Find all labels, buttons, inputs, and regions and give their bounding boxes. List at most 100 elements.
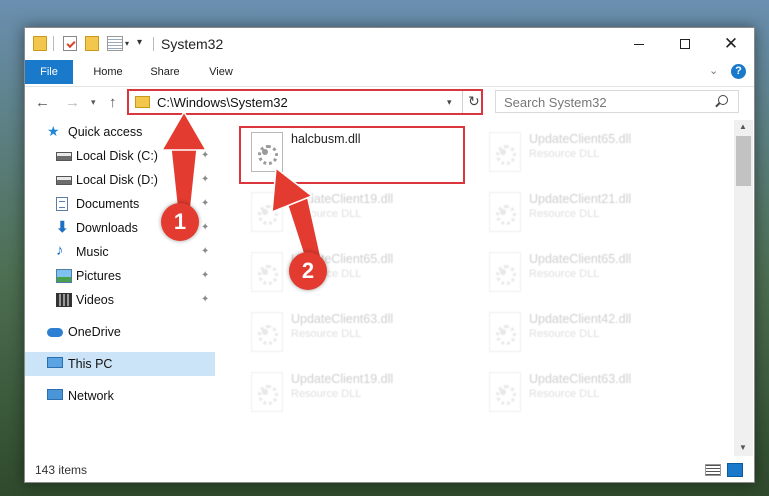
address-dropdown-icon[interactable]: ▾ bbox=[447, 97, 452, 108]
dll-file-icon bbox=[251, 192, 283, 232]
computer-icon bbox=[47, 357, 63, 368]
nav-item-label: Network bbox=[68, 389, 114, 403]
file-type: Resource DLL bbox=[529, 388, 600, 400]
nav-item-label: Music bbox=[76, 245, 109, 259]
step-1-badge: 1 bbox=[161, 203, 199, 241]
scroll-up-icon[interactable]: ▲ bbox=[739, 122, 747, 131]
nav-item-pictures[interactable]: Pictures ✦ bbox=[25, 264, 215, 288]
expand-ribbon-icon[interactable]: ⌄ bbox=[709, 64, 718, 77]
divider bbox=[153, 37, 154, 51]
pin-icon[interactable]: ✦ bbox=[201, 150, 209, 161]
download-icon: ⬇ bbox=[56, 219, 69, 236]
file-name: UpdateClient63.dll bbox=[529, 372, 632, 386]
file-name: UpdateClient42.dll bbox=[529, 312, 632, 326]
divider bbox=[53, 36, 54, 51]
pin-icon[interactable]: ✦ bbox=[201, 174, 209, 185]
help-icon[interactable]: ? bbox=[731, 64, 746, 79]
nav-item-music[interactable]: ♪ Music ✦ bbox=[25, 240, 215, 264]
address-row: ← → ▾ ↑ C:\Windows\System32 ▾ ↻ Search S… bbox=[25, 86, 754, 118]
file-name: UpdateClient65.dll bbox=[529, 252, 632, 266]
file-type: Resource DLL bbox=[529, 268, 600, 280]
nav-item-label: Documents bbox=[76, 197, 140, 211]
forward-button[interactable]: → bbox=[65, 94, 80, 111]
back-button[interactable]: ← bbox=[35, 94, 50, 111]
pin-icon[interactable]: ✦ bbox=[201, 294, 209, 305]
dll-file-icon bbox=[489, 372, 521, 412]
pin-icon[interactable]: ✦ bbox=[201, 198, 209, 209]
file-name: UpdateClient21.dll bbox=[529, 192, 632, 206]
minimize-icon bbox=[634, 43, 644, 45]
file-type: Resource DLL bbox=[529, 148, 600, 160]
nav-item-local-disk-c[interactable]: Local Disk (C:) ✦ bbox=[25, 144, 215, 168]
maximize-button[interactable] bbox=[662, 28, 708, 60]
new-folder-icon[interactable] bbox=[85, 36, 99, 51]
details-view-icon[interactable] bbox=[705, 464, 721, 476]
properties-icon[interactable] bbox=[63, 36, 77, 51]
nav-item-network[interactable]: Network bbox=[25, 384, 215, 408]
music-icon: ♪ bbox=[56, 242, 64, 259]
file-item[interactable]: UpdateClient21.dll Resource DLL bbox=[481, 188, 711, 240]
cloud-icon bbox=[47, 328, 63, 337]
nav-item-local-disk-d[interactable]: Local Disk (D:) ✦ bbox=[25, 168, 215, 192]
up-button[interactable]: ↑ bbox=[109, 94, 117, 111]
dll-file-icon bbox=[251, 252, 283, 292]
large-icons-view-icon[interactable] bbox=[727, 463, 743, 477]
file-type: Resource DLL bbox=[529, 328, 600, 340]
file-item[interactable]: UpdateClient65.dll Resource DLL bbox=[243, 248, 473, 300]
highlight-box bbox=[239, 126, 465, 184]
view-dropdown-icon[interactable]: ▾ bbox=[125, 39, 129, 48]
tab-file[interactable]: File bbox=[25, 60, 73, 84]
vertical-scrollbar[interactable]: ▲ ▼ bbox=[734, 120, 753, 456]
documents-icon bbox=[56, 197, 68, 211]
dll-file-icon bbox=[489, 252, 521, 292]
file-type: Resource DLL bbox=[291, 208, 362, 220]
nav-item-label: Quick access bbox=[68, 125, 143, 139]
pin-icon[interactable]: ✦ bbox=[201, 222, 209, 233]
tab-home[interactable]: Home bbox=[89, 60, 127, 84]
tab-share[interactable]: Share bbox=[147, 60, 183, 84]
file-item[interactable]: UpdateClient19.dll Resource DLL bbox=[243, 188, 473, 240]
search-input[interactable]: Search System32 bbox=[495, 90, 739, 113]
nav-item-onedrive[interactable]: OneDrive bbox=[25, 320, 215, 344]
dll-file-icon bbox=[489, 312, 521, 352]
file-item[interactable]: UpdateClient19.dll Resource DLL bbox=[243, 368, 473, 420]
file-name: UpdateClient63.dll bbox=[291, 312, 394, 326]
customize-toolbar-icon[interactable]: ▾ bbox=[137, 37, 142, 48]
recent-locations-button[interactable]: ▾ bbox=[91, 97, 96, 108]
dll-file-icon bbox=[489, 192, 521, 232]
minimize-button[interactable] bbox=[616, 28, 662, 60]
file-type: Resource DLL bbox=[291, 388, 362, 400]
nav-item-label: This PC bbox=[68, 357, 113, 371]
navigation-pane: ★ Quick access Local Disk (C:) ✦ Local D… bbox=[25, 120, 215, 456]
nav-item-videos[interactable]: Videos ✦ bbox=[25, 288, 215, 312]
scroll-thumb[interactable] bbox=[736, 136, 751, 186]
nav-item-label: Pictures bbox=[76, 269, 122, 283]
pin-icon[interactable]: ✦ bbox=[201, 270, 209, 281]
nav-item-quick-access[interactable]: ★ Quick access bbox=[25, 120, 215, 144]
network-icon bbox=[47, 389, 63, 400]
file-name: UpdateClient19.dll bbox=[291, 372, 394, 386]
file-item[interactable]: UpdateClient63.dll Resource DLL bbox=[481, 368, 711, 420]
address-path[interactable]: C:\Windows\System32 bbox=[157, 95, 288, 110]
refresh-button[interactable]: ↻ bbox=[468, 93, 480, 110]
file-item[interactable]: UpdateClient65.dll Resource DLL bbox=[481, 248, 711, 300]
file-item[interactable]: UpdateClient42.dll Resource DLL bbox=[481, 308, 711, 360]
status-bar: 143 items bbox=[25, 458, 754, 482]
file-type: Resource DLL bbox=[291, 328, 362, 340]
file-explorer-window: ▾ ▾ System32 ✕ File Home Share View ⌄ ? … bbox=[24, 27, 755, 483]
file-item[interactable]: UpdateClient65.dll Resource DLL bbox=[481, 128, 711, 180]
nav-item-this-pc[interactable]: This PC bbox=[25, 352, 215, 376]
view-options-icon[interactable] bbox=[107, 36, 123, 51]
address-bar[interactable]: C:\Windows\System32 ▾ ↻ bbox=[127, 89, 483, 115]
nav-item-label: Local Disk (C:) bbox=[76, 149, 158, 163]
maximize-icon bbox=[680, 39, 690, 49]
search-icon[interactable] bbox=[718, 95, 728, 105]
folder-icon[interactable] bbox=[33, 36, 47, 51]
tab-view[interactable]: View bbox=[205, 60, 237, 84]
pin-icon[interactable]: ✦ bbox=[201, 246, 209, 257]
close-button[interactable]: ✕ bbox=[708, 28, 754, 60]
step-2-badge: 2 bbox=[289, 252, 327, 290]
file-item[interactable]: UpdateClient63.dll Resource DLL bbox=[243, 308, 473, 360]
star-icon: ★ bbox=[47, 123, 60, 139]
scroll-down-icon[interactable]: ▼ bbox=[739, 443, 747, 452]
